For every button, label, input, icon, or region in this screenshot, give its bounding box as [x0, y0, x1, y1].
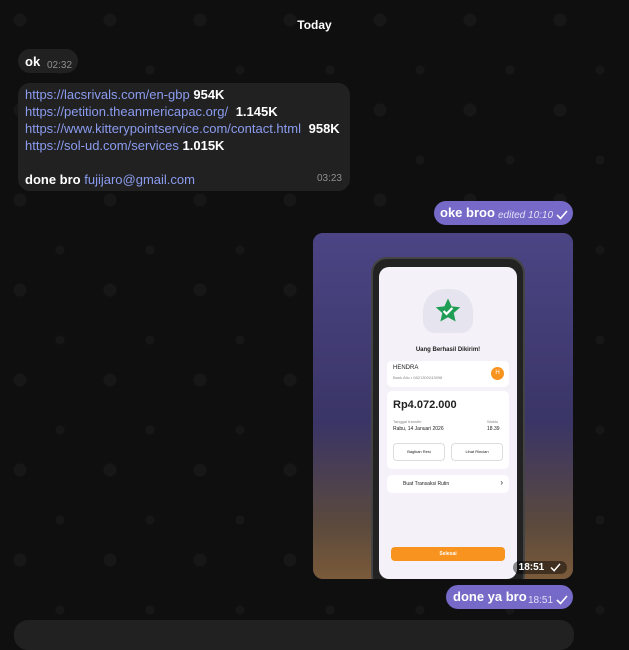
recipient-name: HENDRA	[393, 365, 419, 371]
star-icon	[435, 298, 461, 322]
routine-card: Buat Transaksi Rutin ›	[387, 475, 509, 493]
share-label: Bagikan Resi	[407, 449, 431, 454]
message-time: 18:51	[528, 595, 554, 606]
message-bubble-incoming[interactable]: https://lacsrivals.com/en-gbp 954K https…	[18, 83, 350, 191]
read-check-icon	[556, 210, 568, 220]
recipient-account: Bank Allo • 0821300243998	[393, 375, 443, 380]
share-button: Bagikan Resi	[393, 443, 445, 461]
receipt-title: Uang Berhasil Dikirim!	[415, 347, 481, 353]
link-count: 1.015K	[182, 138, 225, 153]
message-bubble-outgoing[interactable]: done ya bro 18:51	[446, 585, 573, 609]
amount: Rp4.072.000	[393, 399, 457, 411]
date-label: Tanggal transfer	[393, 419, 422, 424]
photo-time-badge: 18:51	[512, 561, 567, 574]
link-count: 958K	[308, 121, 340, 136]
routine-label: Buat Transaksi Rutin	[403, 481, 450, 487]
message-bubble-outgoing[interactable]: oke broo edited 10:10	[434, 201, 573, 225]
recipient-card: HENDRA Bank Allo • 0821300243998 H	[387, 361, 509, 387]
message-time: 03:23	[316, 173, 342, 184]
read-check-icon	[550, 563, 561, 572]
message-text: done ya bro	[453, 589, 527, 604]
message-time: 02:32	[47, 60, 73, 71]
edited-label: edited	[498, 210, 526, 221]
message-link[interactable]: https://lacsrivals.com/en-gbp	[25, 87, 190, 102]
list-item: https://lacsrivals.com/en-gbp 954K	[25, 86, 340, 103]
amount-card: Rp4.072.000 Tanggal transfer Rabu, 14 Ja…	[387, 391, 509, 469]
message-bubble-incoming[interactable]: ok 02:32	[18, 49, 78, 73]
message-time: 18:51	[518, 562, 545, 573]
list-item: https://www.kitterypointservice.com/cont…	[25, 120, 340, 137]
time-label: Waktu	[487, 419, 499, 424]
message-input-bar[interactable]	[14, 620, 574, 650]
transfer-date: Rabu, 14 Januari 2026	[393, 426, 444, 432]
message-text: oke broo	[440, 205, 495, 220]
message-text: ok	[25, 54, 41, 69]
email-link[interactable]: fujijaro@gmail.com	[84, 172, 195, 187]
list-item: https://sol-ud.com/services 1.015K	[25, 137, 340, 154]
details-label: Lihat Rincian	[465, 449, 489, 454]
photo-message[interactable]: Uang Berhasil Dikirim! HENDRA Bank Allo …	[313, 233, 573, 579]
list-item: https://petition.theanmericapac.org/ 1.1…	[25, 103, 340, 120]
message-link[interactable]: https://petition.theanmericapac.org/	[25, 104, 228, 119]
success-badge	[423, 289, 473, 333]
avatar: H	[491, 367, 504, 380]
list-item: done bro fujijaro@gmail.com	[25, 171, 340, 188]
message-link[interactable]: https://www.kitterypointservice.com/cont…	[25, 121, 301, 136]
message-text: done bro	[25, 172, 81, 187]
phone-screen: Uang Berhasil Dikirim! HENDRA Bank Allo …	[379, 267, 517, 579]
phone-image: Uang Berhasil Dikirim! HENDRA Bank Allo …	[371, 257, 525, 579]
transfer-time: 18.39	[487, 426, 500, 432]
chevron-right-icon: ›	[500, 478, 503, 487]
link-count: 1.145K	[235, 104, 278, 119]
link-count: 954K	[193, 87, 225, 102]
details-button: Lihat Rincian	[451, 443, 503, 461]
finish-button: Selesai	[391, 547, 505, 561]
finish-label: Selesai	[439, 551, 457, 557]
date-separator: Today	[297, 18, 332, 32]
message-time: 10:10	[528, 210, 554, 221]
read-check-icon	[556, 595, 568, 605]
message-link[interactable]: https://sol-ud.com/services	[25, 138, 179, 153]
